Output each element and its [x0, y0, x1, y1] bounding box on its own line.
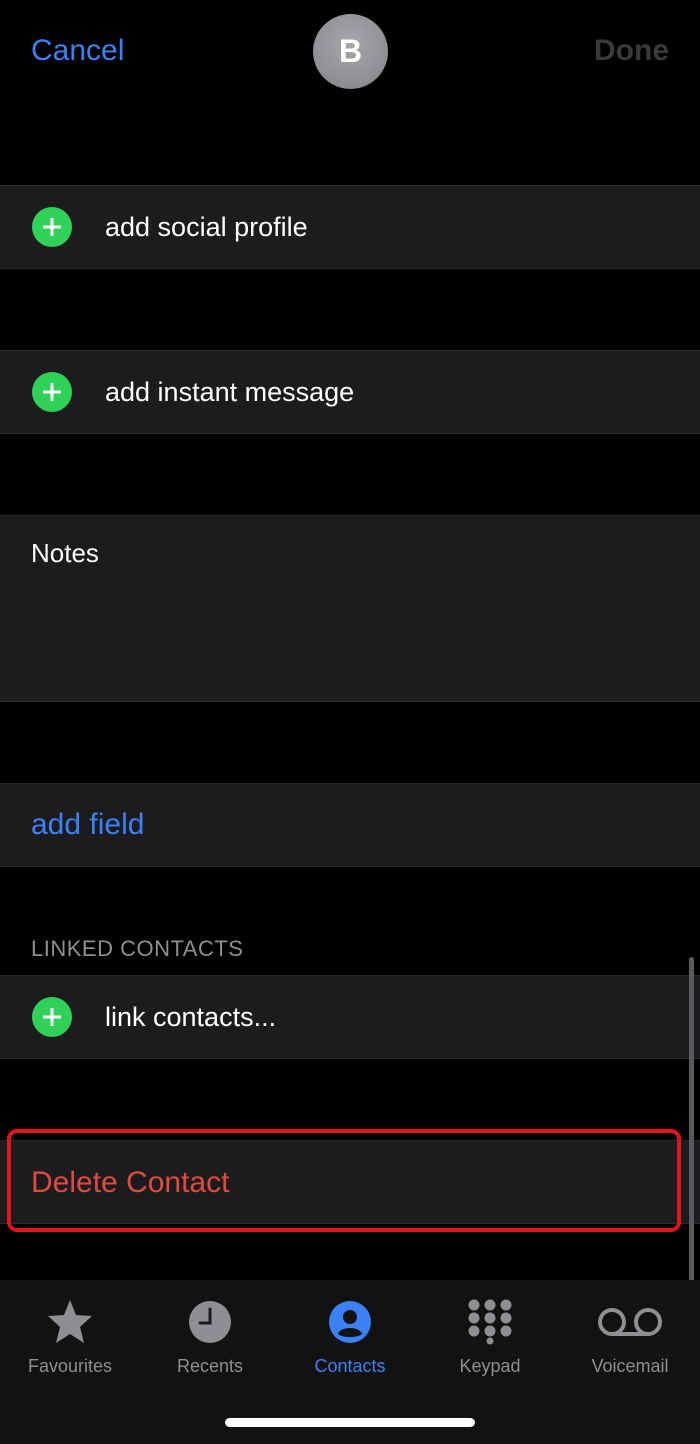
- tab-contacts-label: Contacts: [314, 1356, 386, 1376]
- add-social-profile-row[interactable]: add social profile: [0, 185, 700, 269]
- link-contacts-label: link contacts...: [105, 1001, 277, 1032]
- clock-icon: [189, 1301, 231, 1343]
- add-social-profile-label: add social profile: [105, 211, 308, 242]
- scrollbar[interactable]: [689, 957, 694, 1282]
- notes-label: Notes: [31, 538, 99, 568]
- tab-voicemail-label: Voicemail: [591, 1356, 669, 1376]
- add-field-row[interactable]: add field: [0, 783, 700, 867]
- avatar-initial: B: [338, 33, 363, 69]
- keypad-icon: [468, 1299, 512, 1345]
- star-icon: [48, 1300, 92, 1343]
- tab-voicemail[interactable]: Voicemail: [560, 1298, 700, 1378]
- person-circle-icon: [329, 1301, 371, 1343]
- tab-favourites-label: Favourites: [27, 1356, 113, 1376]
- notes-field[interactable]: Notes: [0, 515, 700, 702]
- delete-contact-label: Delete Contact: [31, 1166, 230, 1199]
- linked-contacts-header: LINKED CONTACTS: [31, 936, 244, 961]
- link-contacts-row[interactable]: link contacts...: [0, 975, 700, 1059]
- voicemail-icon: [598, 1308, 662, 1336]
- add-plus-icon[interactable]: [32, 997, 72, 1037]
- tab-recents-label: Recents: [176, 1356, 244, 1376]
- tab-favourites[interactable]: Favourites: [0, 1298, 140, 1378]
- add-field-label: add field: [31, 808, 145, 841]
- add-instant-message-label: add instant message: [105, 376, 355, 407]
- done-button[interactable]: Done: [594, 33, 669, 69]
- tab-recents[interactable]: Recents: [140, 1298, 280, 1378]
- tab-contacts[interactable]: Contacts: [280, 1298, 420, 1378]
- cancel-button[interactable]: Cancel: [31, 33, 124, 69]
- add-plus-icon[interactable]: [32, 372, 72, 412]
- add-plus-icon[interactable]: [32, 207, 72, 247]
- home-indicator[interactable]: [225, 1418, 475, 1427]
- tab-keypad[interactable]: Keypad: [420, 1298, 560, 1378]
- tab-keypad-label: Keypad: [459, 1356, 521, 1376]
- delete-contact-button[interactable]: Delete Contact: [0, 1140, 700, 1224]
- add-instant-message-row[interactable]: add instant message: [0, 350, 700, 434]
- contact-avatar[interactable]: B: [313, 14, 388, 89]
- edit-contact-header: Cancel B Done: [0, 0, 700, 110]
